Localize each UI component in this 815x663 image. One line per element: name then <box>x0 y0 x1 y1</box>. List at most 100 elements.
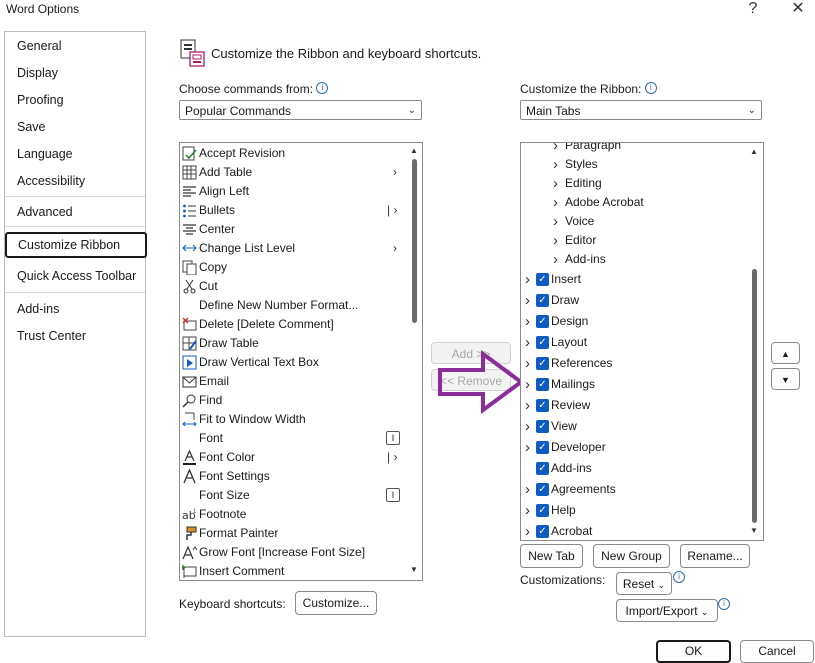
command-list-item[interactable]: Font Size I <box>180 486 406 505</box>
customize-ribbon-dropdown[interactable]: Main Tabs ⌄ <box>520 100 762 120</box>
ribbon-scrollbar[interactable]: ▲ ▼ <box>748 143 760 538</box>
ribbon-tab-item[interactable]: › ✓ Design <box>521 311 745 332</box>
chevron-right-icon[interactable]: › <box>525 332 530 353</box>
nav-item-general[interactable]: General <box>17 39 61 53</box>
checkbox-checked-icon[interactable]: ✓ <box>536 273 549 286</box>
command-list-item[interactable]: Add Table › <box>180 163 406 182</box>
customize-shortcuts-button[interactable]: Customize... <box>295 591 377 615</box>
nav-item-add-ins[interactable]: Add-ins <box>17 302 59 316</box>
choose-commands-dropdown[interactable]: Popular Commands ⌄ <box>179 100 422 120</box>
chevron-right-icon[interactable]: › <box>525 290 530 311</box>
ribbon-tab-item[interactable]: › ✓ Help <box>521 500 745 521</box>
checkbox-checked-icon[interactable]: ✓ <box>536 462 549 475</box>
ribbon-group-item[interactable]: › Voice <box>521 212 745 231</box>
scroll-up-icon[interactable]: ▲ <box>748 146 760 158</box>
rename-button[interactable]: Rename... <box>680 544 750 568</box>
checkbox-checked-icon[interactable]: ✓ <box>536 357 549 370</box>
ribbon-tab-item[interactable]: › ✓ Mailings <box>521 374 745 395</box>
commands-list[interactable]: Accept Revision Add Table › Align Left Bulle… <box>179 142 423 581</box>
nav-item-display[interactable]: Display <box>17 66 58 80</box>
command-list-item[interactable]: Draw Table <box>180 334 406 353</box>
checkbox-checked-icon[interactable]: ✓ <box>536 504 549 517</box>
command-list-item[interactable]: Bullets | › <box>180 201 406 220</box>
ribbon-group-item[interactable]: › Adobe Acrobat <box>521 193 745 212</box>
info-icon[interactable]: i <box>644 82 657 94</box>
chevron-right-icon[interactable]: › <box>525 479 530 500</box>
command-list-item[interactable]: Font I <box>180 429 406 448</box>
chevron-right-icon[interactable]: › <box>553 143 558 155</box>
command-list-item[interactable]: ab 1 Footnote <box>180 505 406 524</box>
chevron-right-icon[interactable]: › <box>553 250 558 269</box>
nav-item-save[interactable]: Save <box>17 120 46 134</box>
chevron-right-icon[interactable]: › <box>553 231 558 250</box>
chevron-right-icon[interactable]: › <box>525 521 530 540</box>
command-list-item[interactable]: Delete [Delete Comment] <box>180 315 406 334</box>
nav-item-trust-center[interactable]: Trust Center <box>17 329 86 343</box>
checkbox-checked-icon[interactable]: ✓ <box>536 399 549 412</box>
chevron-right-icon[interactable]: › <box>553 193 558 212</box>
command-list-item[interactable]: Insert Comment <box>180 562 406 580</box>
ribbon-tab-item[interactable]: ✓ Add-ins <box>521 458 745 479</box>
import-export-dropdown[interactable]: Import/Export ⌄ <box>616 599 718 622</box>
new-group-button[interactable]: New Group <box>593 544 670 568</box>
info-icon[interactable]: i <box>673 571 685 585</box>
move-up-button[interactable]: ▲ <box>771 342 800 364</box>
command-list-item[interactable]: Fit to Window Width <box>180 410 406 429</box>
checkbox-checked-icon[interactable]: ✓ <box>536 525 549 538</box>
info-icon[interactable]: i <box>316 82 329 94</box>
checkbox-checked-icon[interactable]: ✓ <box>536 483 549 496</box>
nav-item-advanced[interactable]: Advanced <box>17 205 73 219</box>
ribbon-group-item[interactable]: › Editing <box>521 174 745 193</box>
nav-item-quick-access-toolbar[interactable]: Quick Access Toolbar <box>17 269 136 283</box>
chevron-right-icon[interactable]: › <box>525 374 530 395</box>
nav-item-language[interactable]: Language <box>17 147 73 161</box>
info-icon[interactable]: i <box>718 598 730 612</box>
command-list-item[interactable]: Grow Font [Increase Font Size] <box>180 543 406 562</box>
command-list-item[interactable]: Change List Level › <box>180 239 406 258</box>
checkbox-checked-icon[interactable]: ✓ <box>536 336 549 349</box>
chevron-right-icon[interactable]: › <box>525 500 530 521</box>
command-list-item[interactable]: Align Left <box>180 182 406 201</box>
chevron-right-icon[interactable]: › <box>525 353 530 374</box>
chevron-right-icon[interactable]: › <box>525 311 530 332</box>
ribbon-tab-item[interactable]: › ✓ Agreements <box>521 479 745 500</box>
chevron-right-icon[interactable]: › <box>525 416 530 437</box>
commands-scrollbar[interactable]: ▲ ▼ <box>408 143 420 578</box>
ribbon-tab-item[interactable]: › ✓ View <box>521 416 745 437</box>
ribbon-group-item[interactable]: › Paragraph <box>521 143 745 155</box>
command-list-item[interactable]: Font Color | › <box>180 448 406 467</box>
chevron-right-icon[interactable]: › <box>553 174 558 193</box>
command-list-item[interactable]: Define New Number Format... <box>180 296 406 315</box>
ribbon-tab-item[interactable]: › ✓ References <box>521 353 745 374</box>
checkbox-checked-icon[interactable]: ✓ <box>536 294 549 307</box>
chevron-right-icon[interactable]: › <box>525 395 530 416</box>
chevron-right-icon[interactable]: › <box>553 212 558 231</box>
new-tab-button[interactable]: New Tab <box>520 544 583 568</box>
ribbon-group-item[interactable]: › Editor <box>521 231 745 250</box>
chevron-right-icon[interactable]: › <box>553 155 558 174</box>
command-list-item[interactable]: Font Settings <box>180 467 406 486</box>
ribbon-tabs-tree[interactable]: › Paragraph › Styles › Editing › Adobe Acrobat ›… <box>520 142 764 541</box>
chevron-right-icon[interactable]: › <box>525 437 530 458</box>
checkbox-checked-icon[interactable]: ✓ <box>536 420 549 433</box>
nav-item-accessibility[interactable]: Accessibility <box>17 174 85 188</box>
scroll-down-icon[interactable]: ▼ <box>748 525 760 537</box>
ribbon-tab-item[interactable]: › ✓ Draw <box>521 290 745 311</box>
command-list-item[interactable]: Cut <box>180 277 406 296</box>
command-list-item[interactable]: Center <box>180 220 406 239</box>
ribbon-tab-item[interactable]: › ✓ Developer <box>521 437 745 458</box>
checkbox-checked-icon[interactable]: ✓ <box>536 441 549 454</box>
ok-button[interactable]: OK <box>656 640 731 663</box>
scroll-up-icon[interactable]: ▲ <box>408 145 420 157</box>
ribbon-tab-item[interactable]: › ✓ Insert <box>521 269 745 290</box>
help-button[interactable]: ? <box>741 0 765 20</box>
scroll-down-icon[interactable]: ▼ <box>408 564 420 576</box>
command-list-item[interactable]: Draw Vertical Text Box <box>180 353 406 372</box>
scroll-thumb[interactable] <box>752 269 757 523</box>
nav-item-customize-ribbon[interactable]: Customize Ribbon <box>5 232 147 258</box>
ribbon-group-item[interactable]: › Styles <box>521 155 745 174</box>
command-list-item[interactable]: Email <box>180 372 406 391</box>
checkbox-checked-icon[interactable]: ✓ <box>536 378 549 391</box>
cancel-button[interactable]: Cancel <box>740 640 814 663</box>
nav-item-proofing[interactable]: Proofing <box>17 93 64 107</box>
